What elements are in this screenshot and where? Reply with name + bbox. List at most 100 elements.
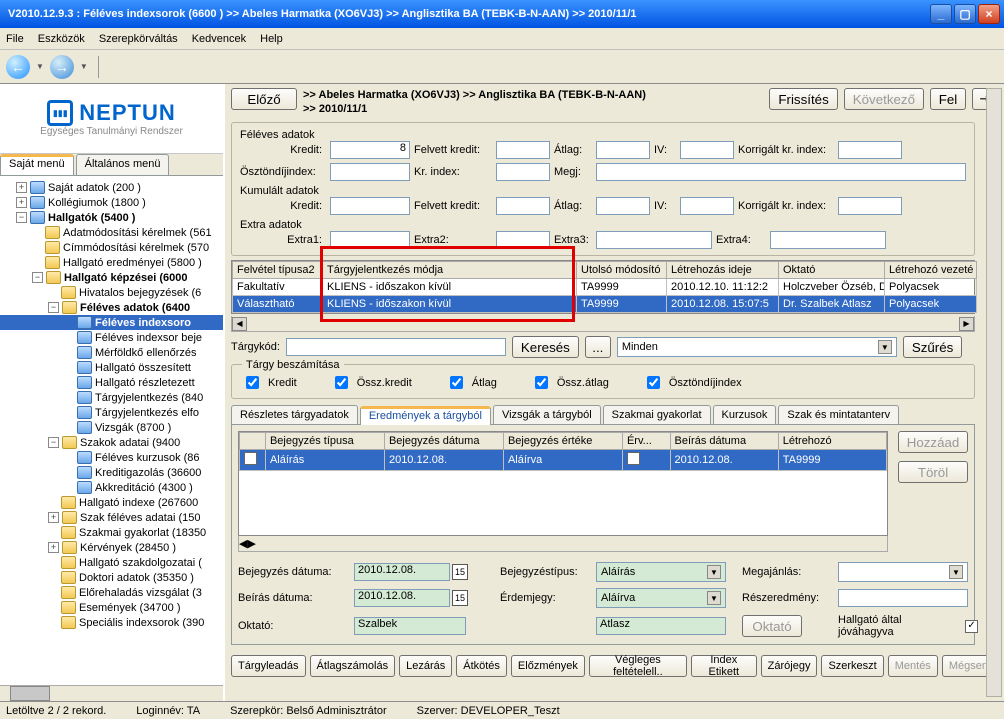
expand-icon[interactable]: + — [16, 182, 27, 193]
extra3-input[interactable] — [596, 231, 712, 249]
expand-icon[interactable]: + — [16, 197, 27, 208]
nav-tree[interactable]: +Saját adatok (200 ) +Kollégiumok (1800 … — [0, 176, 223, 685]
teacher-last-input[interactable]: Szalbek — [354, 617, 466, 635]
approved-checkbox[interactable]: ✓ — [965, 620, 978, 633]
chk-osszkredit[interactable]: Össz.kredit — [331, 373, 412, 392]
subjects-grid[interactable]: Felvétel típusa2 Tárgyjelentkezés módja … — [231, 260, 975, 314]
tab-practice[interactable]: Szakmai gyakorlat — [603, 405, 711, 424]
filter-button[interactable]: Szűrés — [903, 336, 962, 358]
korr-kr-input[interactable] — [838, 141, 902, 159]
tab-results[interactable]: Eredmények a tárgyból — [360, 406, 491, 425]
write-date-input[interactable]: 2010.12.08. — [354, 589, 450, 607]
krindex-input[interactable] — [496, 163, 550, 181]
tab-curricula[interactable]: Szak és mintatanterv — [778, 405, 899, 424]
maximize-button[interactable]: ▢ — [954, 4, 976, 24]
nav-back-button[interactable]: ← — [6, 55, 30, 79]
grid-header[interactable]: Tárgyjelentkezés módja — [323, 262, 577, 279]
ig-header[interactable]: Beírás dátuma — [670, 433, 778, 450]
collapse-icon[interactable]: − — [16, 212, 27, 223]
calendar-icon[interactable]: 15 — [452, 590, 468, 606]
extra1-input[interactable] — [330, 231, 410, 249]
kum-atlag-input[interactable] — [596, 197, 650, 215]
grid-header[interactable]: Létrehozás ideje — [667, 262, 779, 279]
final-check-button[interactable]: Végleges feltételell.. — [589, 655, 687, 677]
browse-button[interactable]: ... — [585, 336, 611, 358]
left-hscrollbar[interactable] — [0, 685, 223, 701]
collapse-icon[interactable]: − — [48, 437, 59, 448]
osztondij-input[interactable] — [330, 163, 410, 181]
prev-button[interactable]: Előző — [231, 88, 297, 110]
ig-header[interactable]: Bejegyzés típusa — [265, 433, 384, 450]
entry-type-combo[interactable]: Aláírás▼ — [596, 562, 726, 582]
collapse-icon[interactable]: − — [32, 272, 43, 283]
expand-icon[interactable]: + — [48, 512, 59, 523]
expand-icon[interactable]: + — [48, 542, 59, 553]
grade-combo[interactable]: Aláírva▼ — [596, 588, 726, 608]
felvett-kredit-input[interactable] — [496, 141, 550, 159]
menu-tools[interactable]: Eszközök — [38, 33, 85, 45]
kum-kredit-input[interactable] — [330, 197, 410, 215]
calendar-icon[interactable]: 15 — [452, 564, 468, 580]
minimize-button[interactable]: _ — [930, 4, 952, 24]
drop-subject-button[interactable]: Tárgyleadás — [231, 655, 306, 677]
partial-input[interactable] — [838, 589, 968, 607]
refresh-button[interactable]: Frissítés — [769, 88, 837, 110]
grid-header[interactable]: Utolsó módosító — [577, 262, 667, 279]
close-button2[interactable]: Lezárás — [399, 655, 452, 677]
kum-felvett-input[interactable] — [496, 197, 550, 215]
avg-calc-button[interactable]: Átlagszámolás — [310, 655, 396, 677]
next-button[interactable]: Következő — [844, 88, 924, 110]
ig-header[interactable]: Bejegyzés dátuma — [384, 433, 503, 450]
table-row[interactable]: VálaszthatóKLIENS - időszakon kívülTA999… — [233, 296, 977, 313]
ig-header[interactable]: Bejegyzés értéke — [503, 433, 622, 450]
menu-favorites[interactable]: Kedvencek — [192, 33, 246, 45]
nav-back-dd[interactable]: ▼ — [34, 62, 46, 71]
history-button[interactable]: Előzmények — [511, 655, 585, 677]
table-row[interactable]: FakultatívKLIENS - időszakon kívülTA9999… — [233, 279, 977, 296]
chk-osszatlag[interactable]: Össz.átlag — [531, 373, 609, 392]
results-hscrollbar[interactable]: ◀▶ — [238, 536, 888, 552]
entry-date-input[interactable]: 2010.12.08. — [354, 563, 450, 581]
ig-header-chk[interactable] — [240, 433, 266, 450]
ig-header[interactable]: Érv... — [622, 433, 670, 450]
nav-forward-dd[interactable]: ▼ — [78, 62, 90, 71]
grid-hscrollbar[interactable]: ◀▶ — [231, 316, 975, 332]
edit-button[interactable]: Szerkeszt — [821, 655, 883, 677]
chk-atlag[interactable]: Átlag — [446, 373, 497, 392]
kum-iv-input[interactable] — [680, 197, 734, 215]
close-button[interactable]: × — [978, 4, 1000, 24]
up-button[interactable]: Fel — [930, 88, 966, 110]
megj-input[interactable] — [596, 163, 966, 181]
tab-exams[interactable]: Vizsgák a tárgyból — [493, 405, 601, 424]
relink-button[interactable]: Átkötés — [456, 655, 507, 677]
teacher-first-input[interactable]: Atlasz — [596, 617, 726, 635]
save-button[interactable]: Mentés — [888, 655, 938, 677]
tab-courses[interactable]: Kurzusok — [713, 405, 777, 424]
menu-roleswitch[interactable]: Szerepkörváltás — [99, 33, 178, 45]
scope-combo[interactable]: Minden▼ — [617, 337, 897, 357]
delete-button[interactable]: Töröl — [898, 461, 968, 483]
results-grid[interactable]: Bejegyzés típusa Bejegyzés dátuma Bejegy… — [238, 431, 888, 536]
grid-header[interactable]: Létrehozó vezeté — [885, 262, 977, 279]
menu-help[interactable]: Help — [260, 33, 283, 45]
row-checkbox[interactable] — [627, 452, 640, 465]
table-row[interactable]: Aláírás 2010.12.08. Aláírva 2010.12.08. … — [240, 450, 887, 471]
atlag-input[interactable] — [596, 141, 650, 159]
menu-file[interactable]: File — [6, 33, 24, 45]
search-button[interactable]: Keresés — [512, 336, 579, 358]
chk-kredit[interactable]: Kredit — [242, 373, 297, 392]
nav-forward-button[interactable]: → — [50, 55, 74, 79]
subject-code-input[interactable] — [286, 338, 506, 356]
extra4-input[interactable] — [770, 231, 886, 249]
kum-korr-input[interactable] — [838, 197, 902, 215]
index-label-button[interactable]: Index Etikett — [691, 655, 757, 677]
offer-combo[interactable]: ▼ — [838, 562, 968, 582]
ig-header[interactable]: Létrehozó — [778, 433, 886, 450]
iv-input[interactable] — [680, 141, 734, 159]
left-tab-own[interactable]: Saját menü — [0, 154, 74, 175]
extra2-input[interactable] — [496, 231, 550, 249]
add-button[interactable]: Hozzáad — [898, 431, 968, 453]
kredit-input[interactable]: 8 — [330, 141, 410, 159]
teacher-button[interactable]: Oktató — [742, 615, 802, 637]
row-checkbox[interactable] — [244, 452, 257, 465]
